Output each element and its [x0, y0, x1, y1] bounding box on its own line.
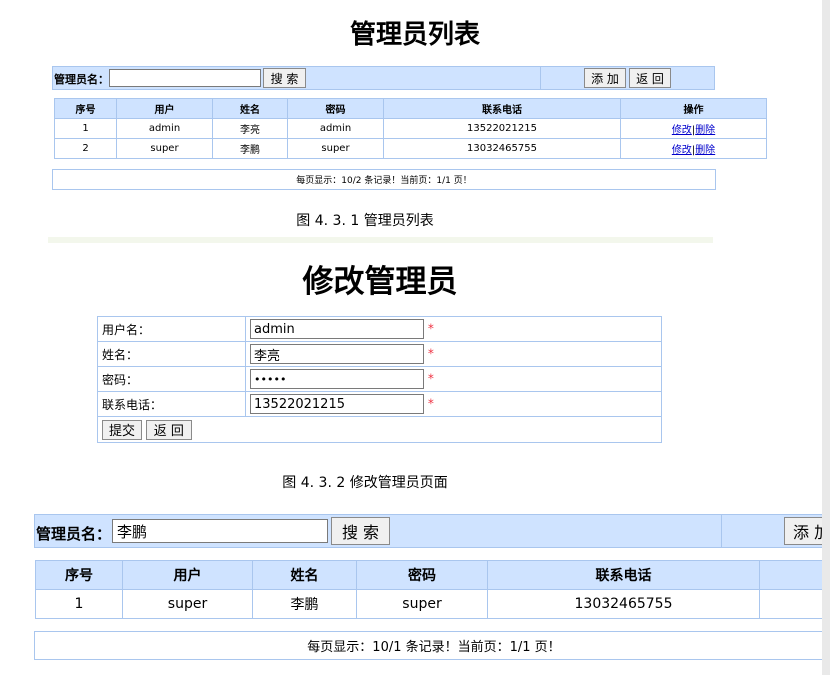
back-button[interactable]: 返 回 [145, 419, 192, 440]
column-header: 用户 [122, 560, 253, 590]
search-input[interactable] [109, 69, 261, 87]
field-label: 联系电话： [97, 391, 246, 417]
column-header: 操作 [620, 98, 767, 119]
cell-name: 李鹏 [212, 138, 288, 159]
cell-phone: 13032465755 [487, 589, 760, 619]
column-header: 用户 [116, 98, 213, 119]
field-label: 用户名： [97, 316, 246, 342]
back-button[interactable]: 返 回 [629, 68, 671, 88]
cell-actions: 修改|删除 [620, 118, 767, 139]
search-button[interactable]: 搜 索 [331, 517, 390, 545]
cell-actions: 修改|删除 [620, 138, 767, 159]
column-header: 密码 [287, 98, 384, 119]
cell-phone: 13032465755 [383, 138, 621, 159]
column-header: 密码 [356, 560, 488, 590]
cell-user: admin [116, 118, 213, 139]
phone-input[interactable]: 13522021215 [250, 394, 424, 414]
column-header: 序号 [54, 98, 117, 119]
name-input[interactable]: 李亮 [250, 344, 424, 364]
add-button[interactable]: 添 加 [584, 68, 626, 88]
page-title: 管理员列表 [349, 20, 480, 50]
column-header: 姓名 [212, 98, 288, 119]
admin-table: 序号 用户 姓名 密码 联系电话 1 super 李鹏 super 130324… [35, 560, 830, 619]
column-header: 联系电话 [383, 98, 621, 119]
scrollbar[interactable] [822, 0, 830, 675]
edit-link[interactable]: 修改 [672, 125, 692, 136]
required-mark: * [427, 321, 434, 336]
delete-link[interactable]: 删除 [695, 125, 715, 136]
field-label: 姓名： [97, 341, 246, 367]
cell-password: admin [287, 118, 384, 139]
cell-user: super [122, 589, 253, 619]
table-row: 2 super 李鹏 super 13032465755 修改|删除 [54, 138, 767, 159]
cell-name: 李鹏 [252, 589, 357, 619]
column-header: 姓名 [252, 560, 357, 590]
bar-divider [721, 515, 722, 547]
search-label: 管理员名： [36, 525, 112, 543]
required-mark: * [427, 396, 434, 411]
search-input[interactable]: 李鹏 [112, 519, 328, 543]
cell-password: super [356, 589, 488, 619]
column-header: 联系电话 [487, 560, 760, 590]
table-row: 1 super 李鹏 super 13032465755 [35, 589, 830, 619]
cell-no: 1 [54, 118, 117, 139]
cell-name: 李亮 [212, 118, 288, 139]
figure-caption: 图 4. 3. 1 管理员列表 [296, 213, 434, 229]
search-bar: 管理员名： 李鹏 搜 索 添 加 [34, 514, 830, 548]
password-input[interactable]: ••••• [250, 369, 424, 389]
bar-divider [540, 67, 541, 89]
cell-user: super [116, 138, 213, 159]
admin-table: 序号 用户 姓名 密码 联系电话 操作 1 admin 李亮 admin 135… [54, 98, 767, 159]
column-header: 序号 [35, 560, 123, 590]
edit-admin-form: 用户名： admin * 姓名： 李亮 * 密码： ••••• * 联系电话： … [97, 316, 662, 443]
search-bar: 管理员名： 搜 索 添 加 返 回 [52, 66, 715, 90]
username-input[interactable]: admin [250, 319, 424, 339]
form-title: 修改管理员 [302, 264, 458, 300]
pager-text: 每页显示：10/1 条记录！当前页：1/1 页！ [34, 631, 830, 660]
delete-link[interactable]: 删除 [695, 145, 715, 156]
search-button[interactable]: 搜 索 [263, 68, 306, 88]
pager-text: 每页显示：10/2 条记录！当前页：1/1 页！ [52, 169, 716, 190]
cell-no: 1 [35, 589, 123, 619]
submit-button[interactable]: 提交 [102, 419, 142, 440]
table-row: 1 admin 李亮 admin 13522021215 修改|删除 [54, 118, 767, 139]
figure-caption: 图 4. 3. 2 修改管理员页面 [282, 475, 448, 491]
cell-password: super [287, 138, 384, 159]
field-label: 密码： [97, 366, 246, 392]
cell-phone: 13522021215 [383, 118, 621, 139]
column-header [759, 560, 830, 590]
cell-actions [759, 589, 830, 619]
required-mark: * [427, 346, 434, 361]
required-mark: * [427, 371, 434, 386]
figure-divider [48, 237, 713, 243]
edit-link[interactable]: 修改 [672, 145, 692, 156]
cell-no: 2 [54, 138, 117, 159]
search-label: 管理员名： [54, 73, 109, 86]
